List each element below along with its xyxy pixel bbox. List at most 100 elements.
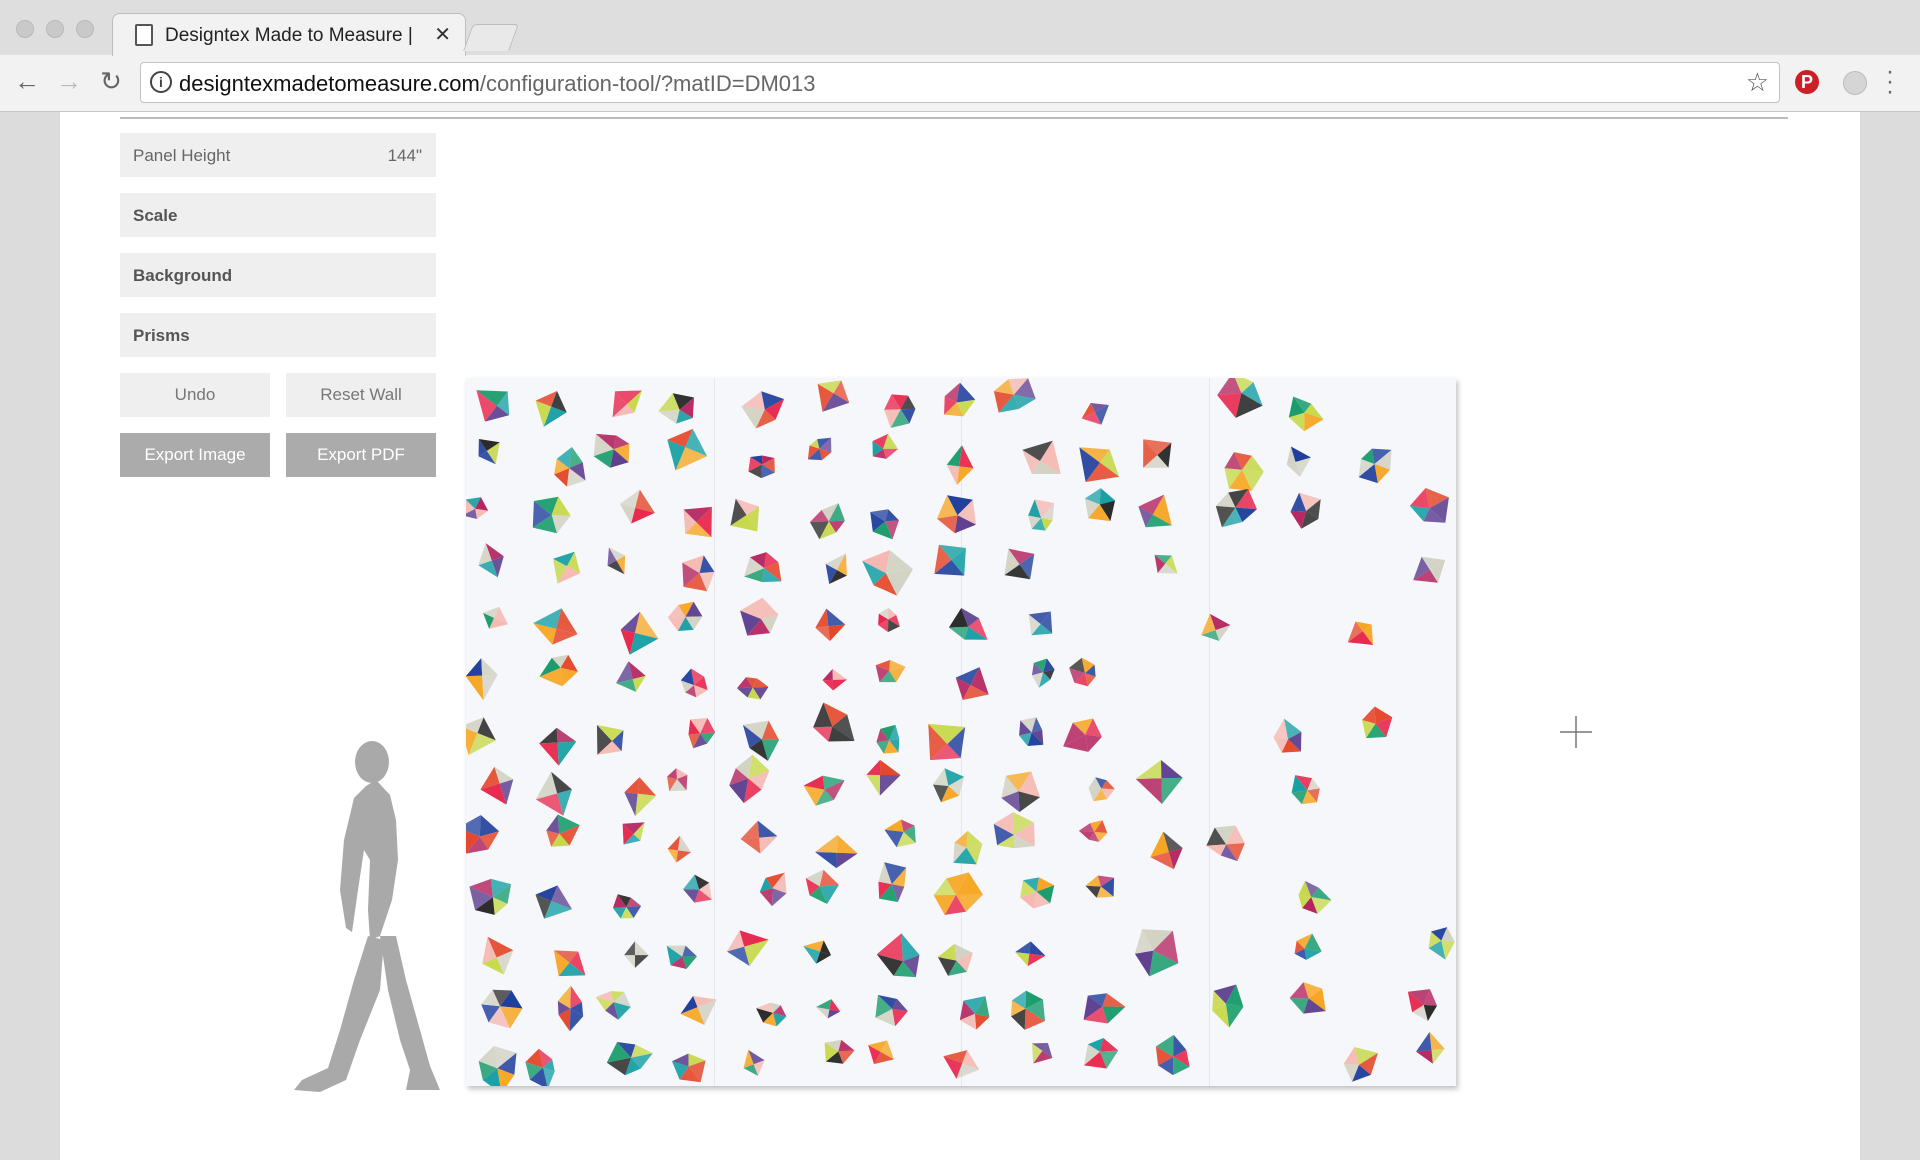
prism-shape: [817, 380, 850, 412]
prism-shape: [481, 989, 523, 1029]
reset-wall-button[interactable]: Reset Wall: [286, 373, 436, 417]
prism-shape: [756, 1002, 787, 1027]
prism-shape: [596, 724, 624, 755]
person-silhouette: [294, 741, 440, 1092]
browser-tab[interactable]: Designtex Made to Measure | ✕: [112, 13, 466, 56]
prism-shape: [682, 555, 715, 592]
prism-shape: [1217, 378, 1263, 418]
top-divider: [120, 117, 1788, 119]
prism-shape: [876, 933, 920, 978]
prism-shape: [933, 872, 983, 915]
export-pdf-button[interactable]: Export PDF: [286, 433, 436, 477]
prism-shape: [466, 717, 496, 756]
prism-shape: [1078, 820, 1108, 842]
prism-shape: [948, 607, 988, 640]
prism-shape: [1362, 706, 1393, 739]
prism-shape: [809, 503, 845, 540]
add-crosshair-icon[interactable]: [1560, 716, 1592, 748]
prism-shape: [1212, 984, 1244, 1028]
reload-icon[interactable]: ↻: [94, 66, 128, 97]
background-section[interactable]: Background: [120, 253, 436, 297]
prism-pattern: [466, 378, 1455, 1086]
prism-shape: [525, 1048, 555, 1086]
panel-height-field[interactable]: Panel Height 144": [120, 133, 436, 177]
prism-shape: [478, 439, 500, 465]
prism-shape: [1201, 613, 1231, 642]
prism-shape: [1032, 1042, 1053, 1064]
prism-shape: [532, 496, 571, 534]
url-text[interactable]: designtexmadetomeasure.com/configuration…: [179, 71, 816, 97]
prism-shape: [478, 543, 504, 578]
prism-shape: [667, 768, 688, 792]
prism-shape: [1298, 880, 1332, 914]
wall-preview[interactable]: [466, 378, 1456, 1086]
forward-arrow-icon[interactable]: →: [52, 66, 86, 97]
prism-shape: [875, 994, 908, 1027]
prism-shape: [1143, 439, 1172, 468]
prism-shape: [612, 390, 642, 418]
prism-shape: [622, 822, 645, 845]
back-arrow-icon[interactable]: ←: [10, 66, 44, 97]
prism-shape: [876, 724, 900, 754]
prism-shape: [1015, 941, 1046, 967]
prism-shape: [1215, 489, 1257, 528]
prism-shape: [1206, 825, 1245, 862]
prism-shape: [1407, 989, 1438, 1021]
prism-shape: [875, 660, 906, 683]
info-icon[interactable]: i: [150, 71, 172, 93]
prism-shape: [1343, 1046, 1378, 1082]
prism-shape: [742, 720, 780, 761]
prism-shape: [993, 812, 1035, 849]
prism-shape: [740, 597, 779, 636]
prism-shape: [624, 777, 657, 817]
bookmark-star-icon[interactable]: ☆: [1746, 67, 1769, 98]
prism-shape: [539, 727, 577, 766]
window-minimize-dot[interactable]: [46, 20, 64, 38]
prism-shape: [1001, 771, 1041, 813]
prism-shape: [953, 830, 983, 865]
window-zoom-dot[interactable]: [76, 20, 94, 38]
prism-shape: [825, 553, 847, 584]
new-tab-button[interactable]: [463, 24, 519, 51]
prism-shape: [824, 1039, 855, 1064]
prism-shape: [1028, 611, 1053, 636]
prism-shape: [1020, 877, 1055, 909]
export-image-button[interactable]: Export Image: [120, 433, 270, 477]
scale-section[interactable]: Scale: [120, 193, 436, 237]
prism-shape: [807, 437, 832, 461]
prism-shape: [744, 552, 782, 583]
extension-icon[interactable]: [1843, 71, 1867, 95]
pinterest-icon[interactable]: P: [1795, 70, 1819, 94]
prism-shape: [955, 667, 989, 700]
prism-shape: [553, 950, 586, 977]
prism-shape: [1063, 718, 1102, 752]
prism-shape: [1031, 658, 1055, 688]
prism-shape: [1019, 717, 1044, 747]
prism-shape: [862, 550, 914, 596]
prisms-section[interactable]: Prisms: [120, 313, 436, 357]
tab-title: Designtex Made to Measure |: [165, 25, 413, 46]
prism-shape: [866, 759, 901, 796]
prism-shape: [539, 654, 578, 687]
prism-shape: [805, 869, 839, 904]
prism-shape: [1022, 440, 1061, 475]
window-close-dot[interactable]: [16, 20, 34, 38]
prism-shape: [683, 506, 712, 538]
address-bar[interactable]: i designtexmadetomeasure.com/configurati…: [140, 62, 1780, 103]
browser-menu-icon[interactable]: · · ·: [1884, 60, 1896, 104]
undo-button[interactable]: Undo: [120, 373, 270, 417]
prism-shape: [729, 754, 770, 804]
prism-shape: [1294, 933, 1322, 960]
prism-shape: [595, 991, 631, 1020]
prism-shape: [1135, 759, 1183, 804]
prism-shape: [533, 608, 578, 645]
prism-shape: [748, 455, 775, 479]
prism-shape: [878, 862, 907, 902]
prism-shape: [1155, 1034, 1190, 1076]
prism-shape: [816, 999, 841, 1019]
close-icon[interactable]: ✕: [434, 22, 451, 47]
prism-shape: [1288, 396, 1324, 432]
prism-shape: [1028, 499, 1055, 531]
prism-shape: [1224, 452, 1264, 491]
prism-shape: [466, 658, 498, 701]
